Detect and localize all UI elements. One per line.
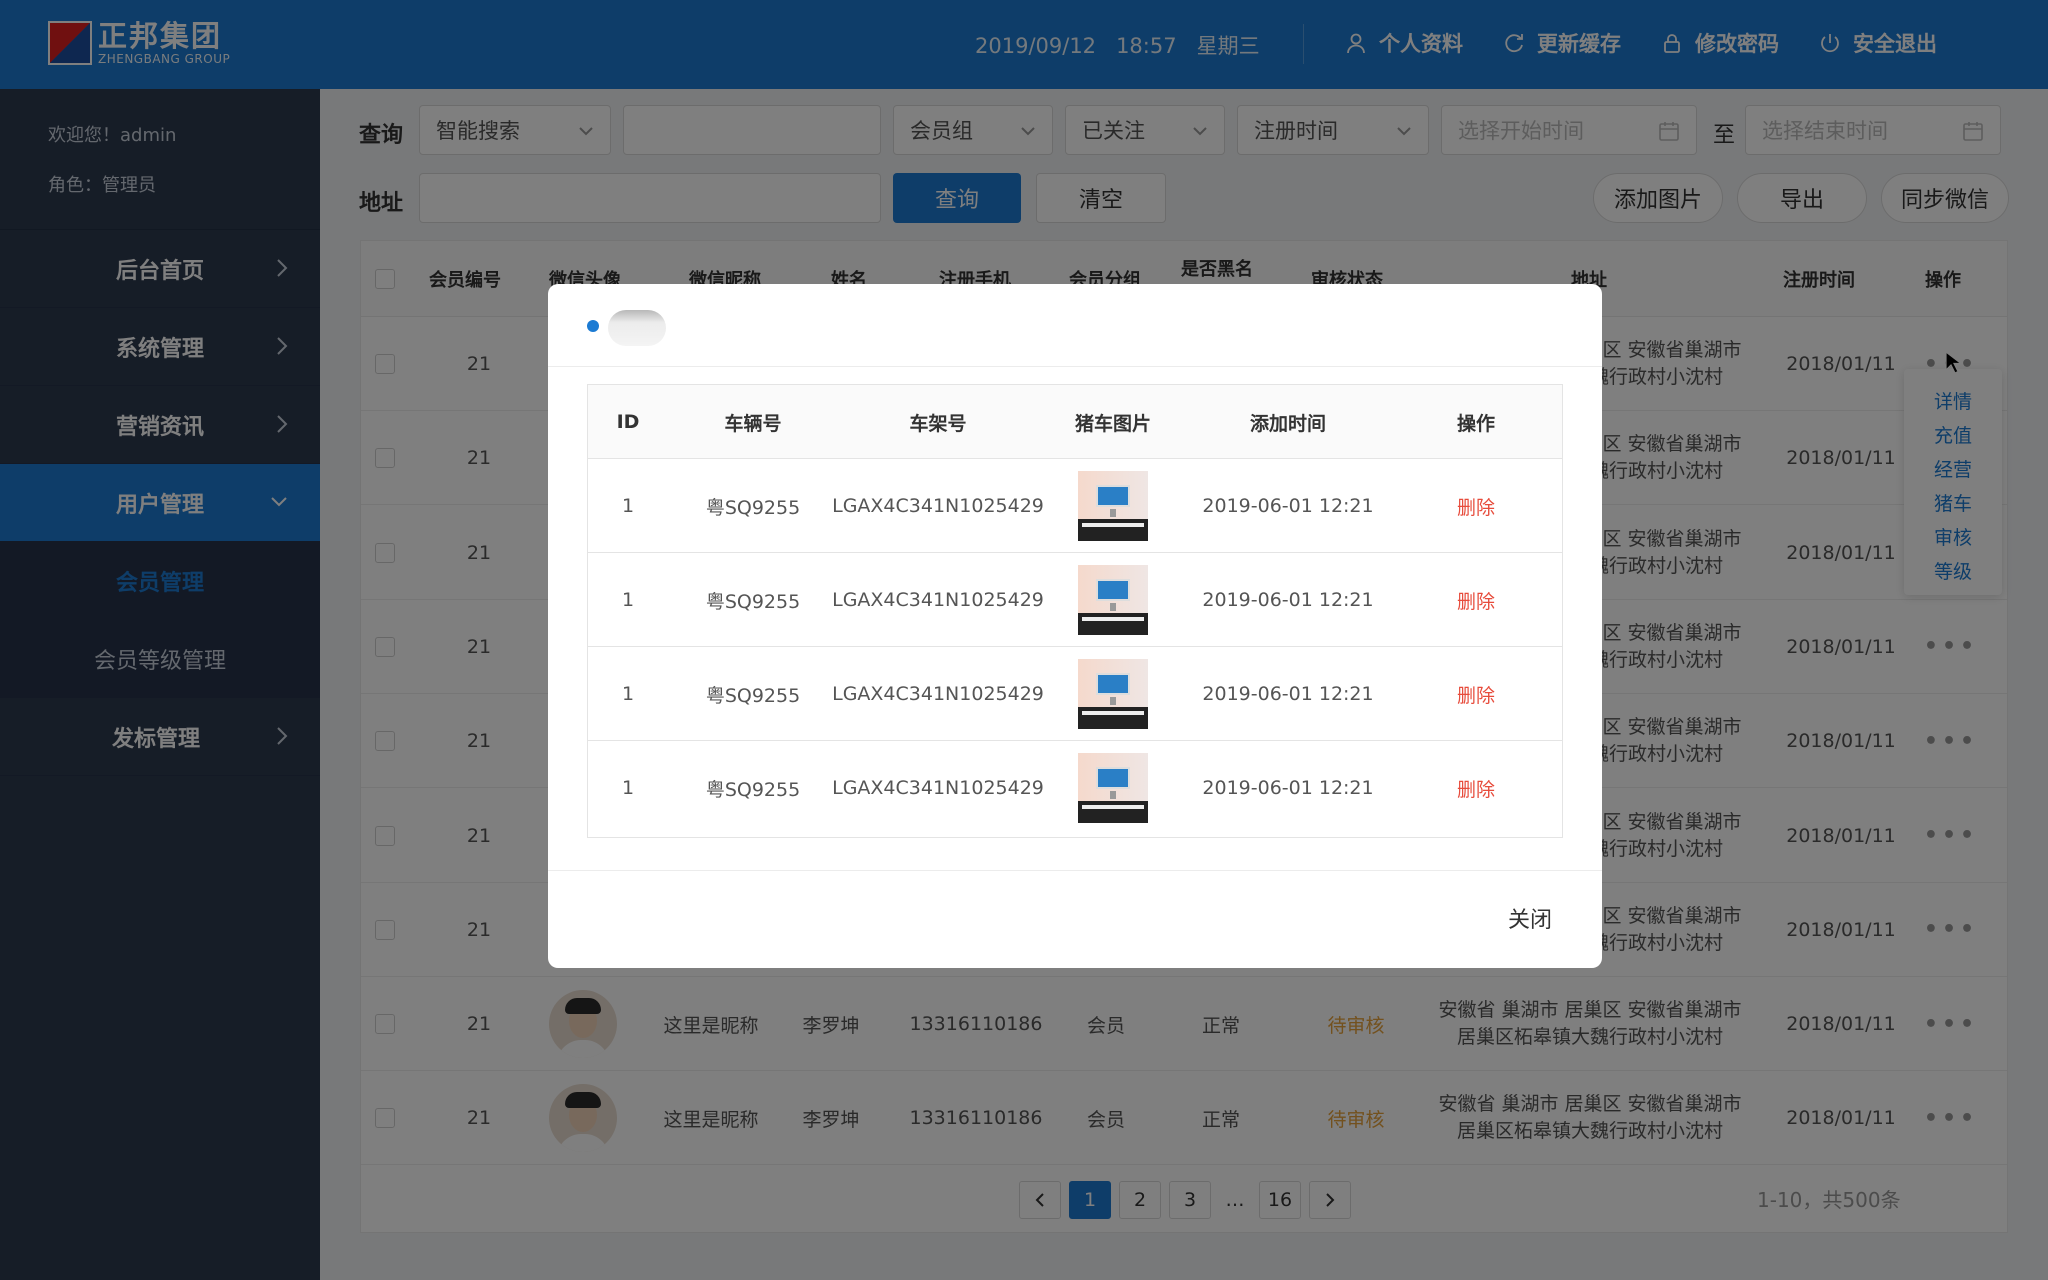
column-header: 车辆号: [724, 412, 782, 435]
column-header: ID: [616, 411, 640, 433]
vehicle-table: ID 车辆号 车架号 猪车图片 添加时间 操作 1 粤SQ9255 LGAX4C34…: [587, 384, 1563, 838]
plate-number-cell: 粤SQ9255: [705, 778, 801, 801]
delete-link[interactable]: 删除: [1388, 553, 1564, 647]
vehicle-id-cell: 1: [621, 777, 635, 799]
delete-link[interactable]: 删除: [1388, 459, 1564, 553]
modal-title-redacted: [608, 310, 666, 346]
vehicle-id-cell: 1: [621, 495, 635, 517]
column-header: 猪车图片: [1074, 412, 1151, 435]
plate-number-cell: 粤SQ9255: [705, 684, 801, 707]
plate-number-cell: 粤SQ9255: [705, 496, 801, 519]
close-button[interactable]: 关闭: [1508, 902, 1552, 934]
truck-image-cell: [1038, 741, 1188, 835]
vin-cell: LGAX4C341N1025429: [832, 683, 1044, 705]
pig-truck-modal: ID 车辆号 车架号 猪车图片 添加时间 操作 1 粤SQ9255 LGAX4C34…: [548, 284, 1602, 968]
delete-link[interactable]: 删除: [1388, 647, 1564, 741]
vehicle-row: 1 粤SQ9255 LGAX4C341N1025429 2019-06-01 12:2…: [588, 553, 1562, 647]
added-time-cell: 2019-06-01 12:21: [1202, 683, 1374, 705]
truck-thumbnail[interactable]: [1078, 565, 1148, 635]
added-time-cell: 2019-06-01 12:21: [1202, 495, 1374, 517]
truck-image-cell: [1038, 647, 1188, 741]
column-header: 车架号: [909, 412, 967, 435]
vin-cell: LGAX4C341N1025429: [832, 589, 1044, 611]
modal-header: [548, 284, 1602, 367]
truck-image-cell: [1038, 459, 1188, 553]
vin-cell: LGAX4C341N1025429: [832, 495, 1044, 517]
truck-thumbnail[interactable]: [1078, 659, 1148, 729]
vehicle-row: 1 粤SQ9255 LGAX4C341N1025429 2019-06-01 12:2…: [588, 459, 1562, 553]
added-time-cell: 2019-06-01 12:21: [1202, 589, 1374, 611]
truck-image-cell: [1038, 553, 1188, 647]
vehicle-id-cell: 1: [621, 683, 635, 705]
column-header: 添加时间: [1249, 412, 1326, 435]
vehicle-row: 1 粤SQ9255 LGAX4C341N1025429 2019-06-01 12:2…: [588, 647, 1562, 741]
plate-number-cell: 粤SQ9255: [705, 590, 801, 613]
modal-footer-divider: [548, 870, 1602, 871]
truck-thumbnail[interactable]: [1078, 753, 1148, 823]
vehicle-row: 1 粤SQ9255 LGAX4C341N1025429 2019-06-01 12:2…: [588, 741, 1562, 835]
truck-thumbnail[interactable]: [1078, 471, 1148, 541]
delete-link[interactable]: 删除: [1388, 741, 1564, 835]
vehicle-table-header: ID 车辆号 车架号 猪车图片 添加时间 操作: [588, 385, 1562, 459]
vin-cell: LGAX4C341N1025429: [832, 777, 1044, 799]
vehicle-id-cell: 1: [621, 589, 635, 611]
added-time-cell: 2019-06-01 12:21: [1202, 777, 1374, 799]
title-dot-icon: [587, 320, 599, 332]
column-header: 操作: [1456, 412, 1495, 435]
